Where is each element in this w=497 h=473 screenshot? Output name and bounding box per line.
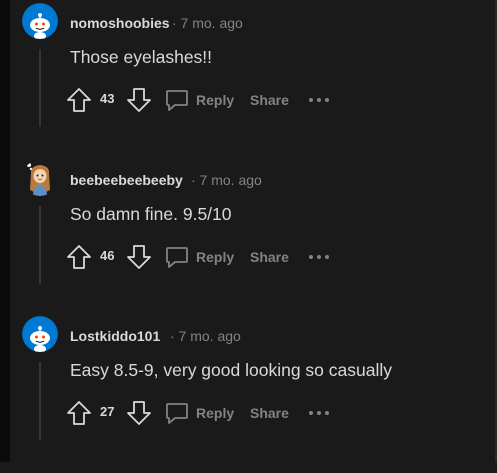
comment-actions: 43 Reply Share xyxy=(66,85,366,117)
comment: nomoshoobies · 7 mo. ago Those eyelashes… xyxy=(22,3,492,160)
share-button[interactable]: Share xyxy=(250,405,289,421)
thread-line[interactable] xyxy=(39,49,41,127)
reply-button[interactable]: Reply xyxy=(196,405,234,421)
comment-actions: 27 Reply Share xyxy=(66,398,366,430)
share-button[interactable]: Share xyxy=(250,249,289,265)
share-button[interactable]: Share xyxy=(250,92,289,108)
vote-count: 27 xyxy=(100,404,115,419)
comment-body: Those eyelashes!! xyxy=(70,47,213,67)
upvote-icon[interactable] xyxy=(66,244,92,270)
comment: beebeebeebeeby · 7 mo. ago So damn fine.… xyxy=(22,160,492,317)
thread-line[interactable] xyxy=(39,206,41,284)
vote-count: 46 xyxy=(100,248,115,263)
downvote-icon[interactable] xyxy=(126,87,152,113)
more-options-icon[interactable] xyxy=(308,254,330,260)
thread-line[interactable] xyxy=(39,362,41,440)
snoo-avatar-icon xyxy=(22,3,58,39)
downvote-icon[interactable] xyxy=(126,244,152,270)
avatar[interactable] xyxy=(22,3,58,39)
username[interactable]: nomoshoobies xyxy=(70,15,170,31)
reply-button[interactable]: Reply xyxy=(196,249,234,265)
comment: Lostkiddo101 · 7 mo. ago Easy 8.5-9, ver… xyxy=(22,316,492,473)
avatar[interactable] xyxy=(22,160,58,196)
upvote-icon[interactable] xyxy=(66,87,92,113)
left-gutter xyxy=(0,0,10,462)
vote-count: 43 xyxy=(100,91,115,106)
comment-body: Easy 8.5-9, very good looking so casuall… xyxy=(70,360,392,380)
snoo-avatar-icon xyxy=(22,316,58,352)
upvote-icon[interactable] xyxy=(66,400,92,426)
reply-icon[interactable] xyxy=(164,87,190,113)
avatar[interactable] xyxy=(22,316,58,352)
reply-button[interactable]: Reply xyxy=(196,92,234,108)
custom-avatar-icon xyxy=(22,160,58,196)
reply-icon[interactable] xyxy=(164,400,190,426)
downvote-icon[interactable] xyxy=(126,400,152,426)
timestamp[interactable]: · 7 mo. ago xyxy=(170,328,241,344)
username[interactable]: Lostkiddo101 xyxy=(70,328,160,344)
more-options-icon[interactable] xyxy=(308,97,330,103)
comment-actions: 46 Reply Share xyxy=(66,242,366,274)
timestamp[interactable]: · 7 mo. ago xyxy=(191,172,262,188)
username[interactable]: beebeebeebeeby xyxy=(70,172,183,188)
reply-icon[interactable] xyxy=(164,244,190,270)
more-options-icon[interactable] xyxy=(308,410,330,416)
timestamp[interactable]: · 7 mo. ago xyxy=(172,15,243,31)
comment-body: So damn fine. 9.5/10 xyxy=(70,204,232,224)
